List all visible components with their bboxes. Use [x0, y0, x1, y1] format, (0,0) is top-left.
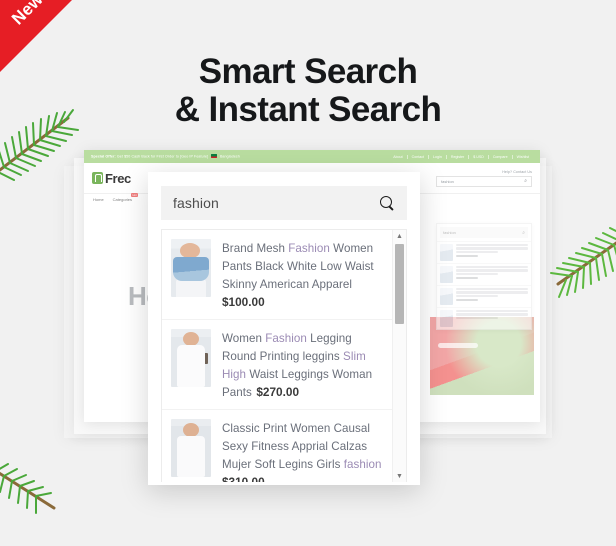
- search-field[interactable]: [161, 186, 407, 220]
- logo-text: Frec: [105, 170, 131, 186]
- product-price: $270.00: [256, 385, 300, 399]
- header-search-field[interactable]: fashion ⌕: [436, 175, 532, 187]
- product-thumbnail: [171, 239, 211, 297]
- header-search-value: fashion: [441, 178, 454, 184]
- product-info: Women Fashion Legging Round Printing leg…: [222, 329, 384, 401]
- search-result-item[interactable]: Classic Print Women Causal Sexy Fitness …: [162, 409, 392, 482]
- background-search-field: fashion ⌕: [440, 227, 528, 238]
- background-result-item: [437, 307, 531, 329]
- nav-compare[interactable]: Compare: [487, 154, 512, 159]
- instant-search-panel: Brand Mesh Fashion Women Pants Black Whi…: [148, 172, 420, 485]
- nav-wishlist[interactable]: Wishlist: [511, 154, 533, 159]
- search-icon[interactable]: [380, 195, 395, 211]
- search-icon: ⌕: [524, 178, 527, 184]
- promo-country: Bangladesh: [219, 154, 240, 159]
- nav-about[interactable]: About: [389, 155, 406, 159]
- search-input[interactable]: [173, 195, 374, 211]
- page-title-line-2: & Instant Search: [174, 89, 442, 129]
- product-title: Brand Mesh Fashion Women Pants Black Whi…: [222, 242, 374, 291]
- background-result-item: [437, 263, 531, 285]
- product-price: $100.00: [222, 295, 265, 309]
- product-thumbnail: [440, 310, 453, 327]
- product-lines: [456, 310, 528, 327]
- page-title: Smart Search & Instant Search: [0, 53, 616, 129]
- menu-badge: Hot: [131, 193, 139, 197]
- background-result-item: [437, 285, 531, 307]
- nav-currency[interactable]: $ USD: [468, 154, 488, 159]
- product-thumbnail: [440, 244, 453, 261]
- search-results-list: Brand Mesh Fashion Women Pants Black Whi…: [161, 229, 407, 482]
- product-info: Brand Mesh Fashion Women Pants Black Whi…: [222, 239, 384, 311]
- results-scrollbar[interactable]: ▲ ▼: [392, 230, 406, 482]
- search-results-inner: Brand Mesh Fashion Women Pants Black Whi…: [162, 230, 392, 482]
- nav-login[interactable]: Login: [428, 154, 446, 159]
- promo-prefix: Special Offer:: [91, 154, 116, 159]
- product-lines: [456, 266, 528, 283]
- product-lines: [456, 288, 528, 305]
- scroll-down-icon[interactable]: ▼: [393, 470, 406, 482]
- search-result-item[interactable]: Women Fashion Legging Round Printing leg…: [162, 319, 392, 409]
- product-price: $310.00: [222, 475, 265, 482]
- menu-item-categories[interactable]: Categories: [113, 197, 132, 202]
- promo-bar: Special Offer: Get $50 Cash Back for Fir…: [84, 150, 540, 163]
- header-right: Help? Contact Us fashion ⌕: [436, 170, 532, 187]
- product-title: Classic Print Women Causal Sexy Fitness …: [222, 422, 382, 471]
- promo-body: Get $50 Cash Back for First Order to [Ge…: [116, 154, 209, 159]
- flag-icon: [211, 154, 218, 159]
- product-info: Classic Print Women Causal Sexy Fitness …: [222, 419, 384, 482]
- site-logo[interactable]: Frec: [92, 172, 131, 185]
- shopping-bag-icon: [92, 172, 103, 184]
- help-link[interactable]: Help? Contact Us: [502, 170, 532, 174]
- product-thumbnail: [171, 329, 211, 387]
- search-icon: ⌕: [522, 229, 525, 236]
- scroll-up-icon[interactable]: ▲: [393, 230, 406, 242]
- nav-contact[interactable]: Contact: [406, 154, 428, 159]
- palm-leaf-icon: [550, 227, 616, 298]
- page-background: Special Offer: Get $50 Cash Back for Fir…: [0, 0, 616, 546]
- top-nav: About Contact Login Register $ USD Compa…: [389, 154, 533, 159]
- search-result-item[interactable]: Brand Mesh Fashion Women Pants Black Whi…: [162, 230, 392, 319]
- nav-register[interactable]: Register: [445, 154, 468, 159]
- promo-text: Special Offer: Get $50 Cash Back for Fir…: [91, 154, 240, 159]
- scrollbar-thumb[interactable]: [395, 244, 404, 324]
- background-search-dropdown: fashion ⌕: [436, 223, 532, 330]
- page-title-line-1: Smart Search: [198, 52, 418, 91]
- background-result-item: [437, 241, 531, 263]
- product-thumbnail: [440, 288, 453, 305]
- palm-leaf-icon: [0, 463, 56, 514]
- product-lines: [456, 244, 528, 261]
- product-thumbnail: [440, 266, 453, 283]
- product-thumbnail: [171, 419, 211, 477]
- menu-item-home[interactable]: Home: [93, 197, 104, 202]
- background-search-value: fashion: [443, 230, 456, 235]
